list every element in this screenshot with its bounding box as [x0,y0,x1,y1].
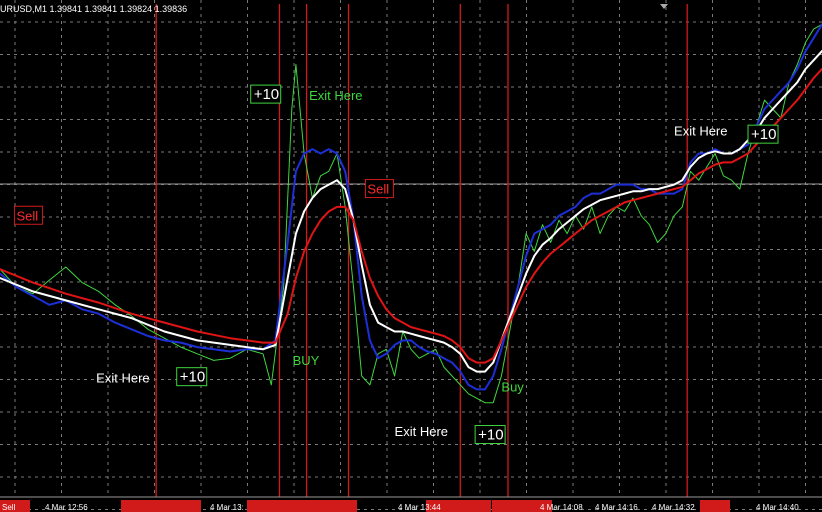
time-tick-label: 4 Mar 14:40 [756,503,799,512]
buy-signal-label: BUY [293,353,320,368]
highlighted-time-label [247,500,357,512]
symbol-info: URUSD,M1 1.39841 1.39841 1.39824 1.39836 [0,4,187,14]
sell-signal-label: Sell [367,182,389,197]
price-chart[interactable]: Sell +10 Exit Here Sell Exit Here +10 BUY Exit … [0,0,822,512]
time-tick-label: 4 Mar 14:16 [595,503,638,512]
profit-label: +10 [751,126,776,143]
time-tick-label: 4 Mar 14:08 [540,503,583,512]
profit-label: +10 [478,427,503,444]
buy-signal-label: Buy [501,380,524,395]
time-tick-label: 4 Mar 13: [210,503,244,512]
exit-label: Exit Here [309,88,362,103]
highlighted-time-text: Sell [2,503,16,512]
highlighted-time-label [121,500,201,512]
exit-label: Exit Here [96,371,149,386]
exit-label: Exit Here [674,124,727,139]
exit-label: Exit Here [395,424,448,439]
profit-label: +10 [254,86,279,103]
time-tick-label: 4 Mar 12:56 [45,503,88,512]
time-tick-label: 4 Mar 13:44 [398,503,441,512]
time-tick-label: 4 Mar 14:32 [652,503,695,512]
sell-signal-label: Sell [16,208,38,223]
profit-label: +10 [180,369,205,386]
highlighted-time-label [700,500,730,512]
